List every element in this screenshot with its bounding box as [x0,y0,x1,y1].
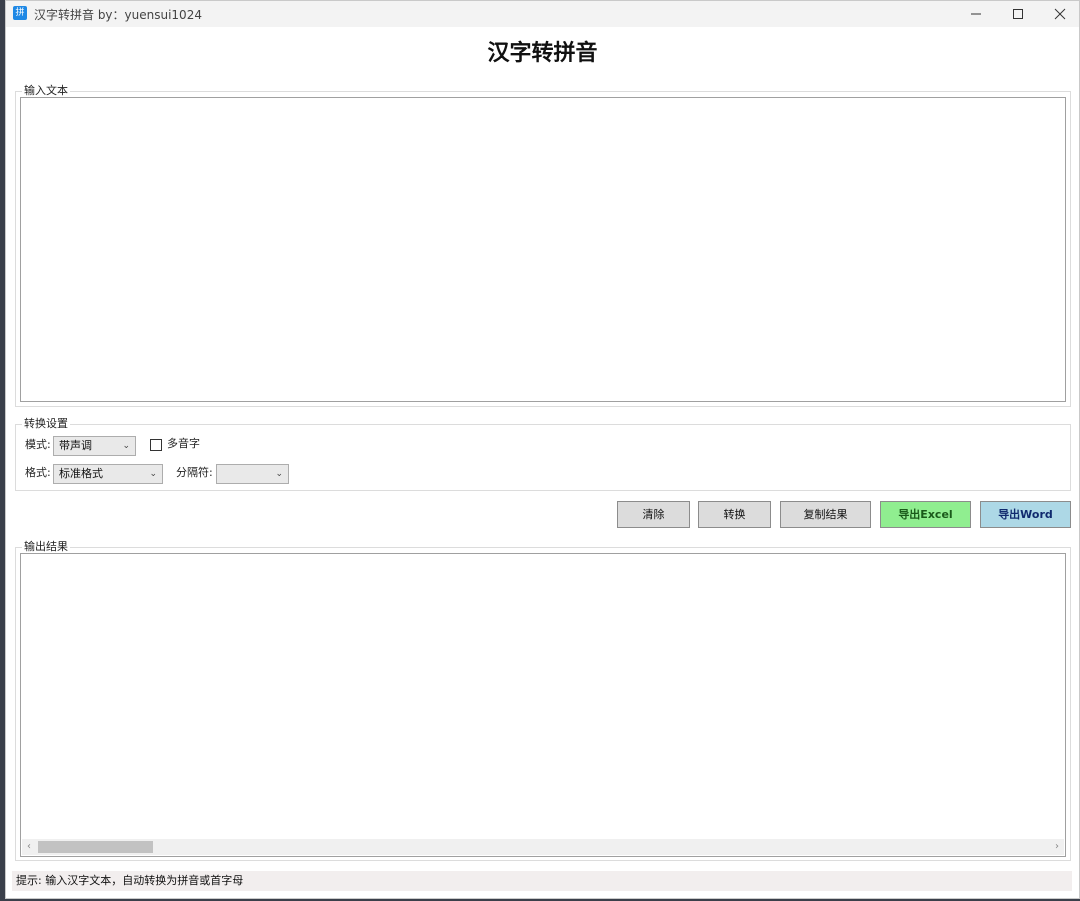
scroll-right-icon[interactable]: › [1050,839,1064,855]
polyphone-label: 多音字 [167,437,200,450]
mode-select[interactable]: 带声调 ⌄ [53,436,136,456]
settings-group: 转换设置 模式: 带声调 ⌄ 多音字 格式: 标准格式 ⌄ 分隔符: ⌄ [15,417,1071,491]
maximize-button[interactable] [996,1,1040,27]
clear-button[interactable]: 清除 [617,501,690,528]
output-group-label: 输出结果 [22,540,70,554]
format-select-value: 标准格式 [59,467,103,480]
export-excel-button[interactable]: 导出Excel [880,501,971,528]
page-title: 汉字转拼音 [487,41,598,66]
chevron-down-icon: ⌄ [275,469,283,479]
horizontal-scrollbar[interactable]: ‹ › [22,839,1064,855]
mode-select-value: 带声调 [59,439,92,452]
title-bar[interactable]: 拼 汉字转拼音 by：yuensui1024 [6,1,1079,27]
input-group: 输入文本 [15,84,1071,407]
maximize-icon [1013,9,1023,19]
minimize-button[interactable] [954,1,998,27]
chevron-down-icon: ⌄ [149,469,157,479]
mode-label: 模式: [25,438,51,451]
format-select[interactable]: 标准格式 ⌄ [53,464,163,484]
input-textarea[interactable] [20,97,1066,402]
close-icon [1054,8,1066,20]
convert-button[interactable]: 转换 [698,501,771,528]
separator-select[interactable]: ⌄ [216,464,289,484]
settings-group-label: 转换设置 [22,417,70,431]
scrollbar-thumb[interactable] [38,841,153,853]
output-group: 输出结果 ‹ › [15,540,1071,861]
copy-result-button[interactable]: 复制结果 [780,501,871,528]
app-window: 拼 汉字转拼音 by：yuensui1024 汉字转拼音 输入文本 转换设置 模… [5,0,1080,899]
output-textarea[interactable]: ‹ › [20,553,1066,857]
status-bar: 提示: 输入汉字文本，自动转换为拼音或首字母 [12,871,1072,891]
export-word-button[interactable]: 导出Word [980,501,1071,528]
close-button[interactable] [1038,1,1080,27]
app-icon: 拼 [13,6,27,20]
minimize-icon [971,13,981,15]
window-title: 汉字转拼音 by：yuensui1024 [34,8,202,22]
input-group-label: 输入文本 [22,84,70,98]
separator-label: 分隔符: [176,466,213,479]
format-label: 格式: [25,466,51,479]
chevron-down-icon: ⌄ [122,441,130,451]
polyphone-checkbox[interactable] [150,439,162,451]
scroll-left-icon[interactable]: ‹ [22,839,36,855]
